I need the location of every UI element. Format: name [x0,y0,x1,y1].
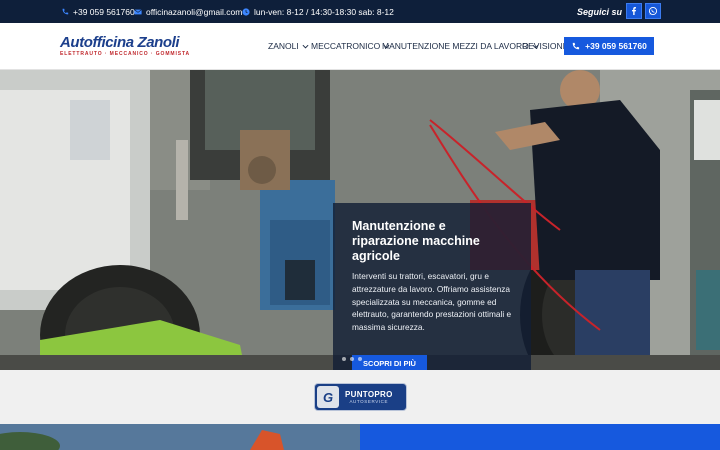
hero-text: Interventi su trattori, escavatori, gru … [352,271,512,333]
facebook-link[interactable] [626,3,642,19]
topbar-phone[interactable]: +39 059 561760 [61,0,135,23]
slider-dot[interactable] [358,357,362,361]
topbar-phone-text: +39 059 561760 [73,6,135,17]
main-header: Autofficina Zanoli ELETTRAUTO · MECCANIC… [0,23,720,70]
call-button-label: +39 059 561760 [585,41,647,51]
slider-dot[interactable] [342,357,346,361]
mail-icon [134,8,142,14]
phone-icon [62,8,69,14]
logo-title-a: Autofficina [60,34,134,51]
topbar-hours: lun-ven: 8-12 / 14:30-18:30 sab: 8-12 [242,0,394,23]
logo-title-b: Zanoli [137,34,180,51]
facebook-icon [632,7,636,15]
nav-label: MECCATRONICO [311,41,381,51]
hero-slider: Manutenzione e riparazione macchine agri… [0,70,720,370]
phone-icon [572,42,580,49]
nav-item-zanoli[interactable]: ZANOLI [268,41,309,51]
partner-badge: G [317,386,339,408]
logo[interactable]: Autofficina Zanoli ELETTRAUTO · MECCANIC… [60,34,191,59]
nav-item-meccatronico[interactable]: MECCATRONICO [311,41,390,51]
whatsapp-link[interactable] [645,3,661,19]
slider-dot[interactable] [350,357,354,361]
hero-overlay: Manutenzione e riparazione macchine agri… [333,203,531,370]
slider-dots [342,357,362,361]
topbar-email-text: officinazanoli@gmail.com [146,6,243,17]
chevron-down-icon [302,44,309,48]
puntopro-logo[interactable]: G PUNTOPRO AUTOSERVICE [314,383,407,411]
nav-item-manutenzione[interactable]: MANUTENZIONE MEZZI DA LAVORO [382,41,539,51]
topbar-hours-text: lun-ven: 8-12 / 14:30-18:30 sab: 8-12 [254,6,394,17]
nav-label: ZANOLI [268,41,299,51]
topbar-email[interactable]: officinazanoli@gmail.com [134,0,242,23]
hero-title: Manutenzione e riparazione macchine agri… [352,219,480,263]
partner-name: PUNTOPRO [345,389,393,399]
bottom-image-section [0,424,360,450]
nav-item-revisioni[interactable]: REVISIONI [522,41,565,51]
call-button[interactable]: +39 059 561760 [564,37,654,55]
logo-subtitle: ELETTRAUTO · MECCANICO · GOMMISTA [60,51,191,57]
clock-icon [242,7,250,16]
whatsapp-icon [648,6,658,16]
logo-title: Autofficina Zanoli [60,34,180,51]
discover-more-button[interactable]: SCOPRI DI PIÙ [352,355,427,370]
nav-label: REVISIONI [522,41,565,51]
bottom-blue-section [360,424,720,450]
nav-label: MANUTENZIONE MEZZI DA LAVORO [382,41,529,51]
bottom-image [0,424,360,450]
follow-label: Seguici su [577,6,623,17]
partner-band: G PUNTOPRO AUTOSERVICE [0,370,720,424]
partner-tagline: AUTOSERVICE [349,398,389,404]
top-bar: +39 059 561760 officinazanoli@gmail.com … [0,0,720,23]
